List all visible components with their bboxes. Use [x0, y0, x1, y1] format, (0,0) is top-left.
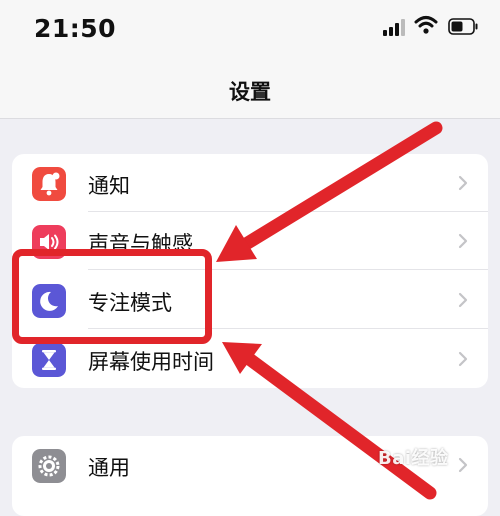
- wifi-icon: [414, 16, 438, 34]
- settings-row-label: 专注模式: [88, 291, 172, 315]
- row-separator: [88, 269, 488, 270]
- settings-row-label: 屏幕使用时间: [88, 350, 214, 374]
- settings-row-label: 声音与触感: [88, 232, 193, 256]
- watermark-logo: Bai经验: [378, 448, 449, 469]
- hourglass-icon: [32, 343, 66, 377]
- settings-group-main: 通知 声音与触感 专注模式 屏幕使用时间: [12, 154, 488, 388]
- settings-row-sounds-haptics[interactable]: 声音与触感: [12, 212, 488, 270]
- battery-icon: [448, 18, 478, 35]
- settings-row-screen-time[interactable]: 屏幕使用时间: [12, 330, 488, 388]
- gear-icon: [32, 449, 66, 483]
- cellular-signal-icon: [383, 18, 409, 36]
- chevron-right-icon: [458, 233, 468, 249]
- moon-icon: [32, 284, 66, 318]
- settings-row-label: 通用: [88, 456, 130, 480]
- notification-bell-icon: [32, 167, 66, 201]
- settings-row-focus[interactable]: 专注模式: [12, 271, 488, 329]
- status-bar: 21:50: [0, 0, 500, 60]
- row-separator: [88, 328, 488, 329]
- settings-row-notifications[interactable]: 通知: [12, 154, 488, 212]
- navigation-bar: 设置: [0, 60, 500, 119]
- chevron-right-icon: [458, 175, 468, 191]
- page-title: 设置: [229, 80, 271, 104]
- chevron-right-icon: [458, 351, 468, 367]
- settings-row-label: 通知: [88, 174, 130, 198]
- status-time: 21:50: [34, 14, 117, 43]
- speaker-icon: [32, 225, 66, 259]
- chevron-right-icon: [458, 457, 468, 473]
- chevron-right-icon: [458, 292, 468, 308]
